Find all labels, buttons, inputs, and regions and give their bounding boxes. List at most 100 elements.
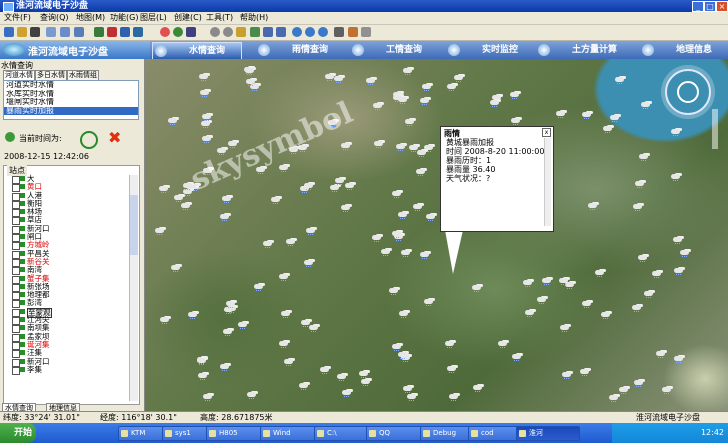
rain-cloud-icon[interactable]: [471, 285, 481, 293]
layers-icon[interactable]: [46, 27, 56, 37]
rain-cloud-icon[interactable]: [392, 191, 402, 199]
rain-cloud-icon[interactable]: [641, 101, 651, 109]
rain-cloud-icon[interactable]: [187, 311, 197, 319]
rain-cloud-icon[interactable]: [426, 213, 436, 221]
rain-cloud-icon[interactable]: [401, 249, 411, 257]
menu-tools[interactable]: 工具(T): [206, 12, 233, 24]
rain-cloud-icon[interactable]: [671, 129, 681, 137]
rain-cloud-icon[interactable]: [372, 235, 382, 243]
station-checkbox[interactable]: [12, 317, 20, 326]
rain-cloud-icon[interactable]: [614, 76, 624, 84]
rain-cloud-icon[interactable]: [237, 322, 247, 330]
rain-cloud-icon[interactable]: [263, 241, 273, 249]
rain-cloud-icon[interactable]: [489, 99, 499, 107]
rain-cloud-icon[interactable]: [398, 211, 408, 219]
compass-icon[interactable]: [665, 69, 711, 115]
globe-icon[interactable]: [263, 27, 273, 37]
rain-cloud-icon[interactable]: [398, 310, 408, 318]
tab-earthwork-calc[interactable]: 土方量计算: [536, 42, 628, 58]
rain-cloud-icon[interactable]: [226, 300, 236, 308]
rain-cloud-icon[interactable]: [633, 379, 643, 387]
rain-cloud-icon[interactable]: [580, 368, 590, 376]
rain-cloud-icon[interactable]: [220, 213, 230, 221]
stop-icon[interactable]: [186, 27, 196, 37]
rain-cloud-icon[interactable]: [202, 113, 212, 121]
rain-cloud-icon[interactable]: [510, 92, 520, 100]
rain-cloud-icon[interactable]: [173, 195, 183, 203]
rain-cloud-icon[interactable]: [581, 112, 591, 120]
rain-cloud-icon[interactable]: [308, 324, 318, 332]
station-checkbox[interactable]: [12, 300, 20, 309]
station-checkbox[interactable]: [12, 234, 20, 243]
pencil-icon[interactable]: [348, 27, 358, 37]
rain-cloud-icon[interactable]: [407, 393, 417, 401]
zoom-slider[interactable]: [712, 109, 718, 149]
rain-cloud-icon[interactable]: [610, 115, 620, 123]
search-icon[interactable]: [80, 131, 98, 149]
rain-cloud-icon[interactable]: [372, 102, 382, 110]
rain-cloud-icon[interactable]: [337, 373, 347, 381]
rain-cloud-icon[interactable]: [454, 74, 464, 82]
rain-cloud-icon[interactable]: [525, 310, 535, 318]
station-checkbox[interactable]: [12, 341, 20, 350]
menu-file[interactable]: 文件(F): [4, 12, 31, 24]
rain-cloud-icon[interactable]: [168, 117, 178, 125]
rain-cloud-icon[interactable]: [655, 350, 665, 358]
tab-works-query[interactable]: 工情查询: [350, 42, 434, 58]
rain-cloud-icon[interactable]: [395, 143, 405, 151]
rain-cloud-icon[interactable]: [588, 202, 598, 210]
rain-cloud-icon[interactable]: [373, 140, 383, 148]
rain-cloud-icon[interactable]: [155, 227, 165, 235]
bookmark-icon[interactable]: [160, 27, 170, 37]
rain-cloud-icon[interactable]: [279, 341, 289, 349]
station-checkbox[interactable]: [12, 325, 20, 334]
rain-cloud-icon[interactable]: [638, 154, 648, 162]
rain-cloud-icon[interactable]: [404, 118, 414, 126]
rain-cloud-icon[interactable]: [445, 341, 455, 349]
rain-cloud-icon[interactable]: [340, 204, 350, 212]
popup-close-icon[interactable]: x: [542, 128, 551, 137]
rain-cloud-icon[interactable]: [446, 84, 456, 92]
rain-cloud-icon[interactable]: [304, 260, 314, 268]
delete-icon[interactable]: ✖: [108, 130, 121, 146]
rain-cloud-icon[interactable]: [609, 395, 619, 403]
list-item[interactable]: 水库实时水情: [4, 90, 138, 99]
print-icon[interactable]: [30, 27, 40, 37]
list-item[interactable]: 河道实时水情: [4, 81, 138, 90]
rain-cloud-icon[interactable]: [304, 183, 314, 191]
rain-cloud-icon[interactable]: [416, 149, 426, 157]
refresh-icon[interactable]: [173, 27, 183, 37]
rain-cloud-icon[interactable]: [333, 76, 343, 84]
data-icon[interactable]: [133, 27, 143, 37]
rain-cloud-icon[interactable]: [170, 265, 180, 273]
rain-cloud-icon[interactable]: [222, 328, 232, 336]
menu-map[interactable]: 地图(M): [76, 12, 105, 24]
rain-cloud-icon[interactable]: [651, 271, 661, 279]
rain-cloud-icon[interactable]: [397, 352, 407, 360]
tab-water-query[interactable]: 水情查询: [152, 42, 242, 60]
station-checkbox[interactable]: [12, 250, 20, 259]
station-checkbox[interactable]: [12, 258, 20, 267]
rain-cloud-icon[interactable]: [511, 353, 521, 361]
rain-cloud-icon[interactable]: [279, 274, 289, 282]
rain-cloud-icon[interactable]: [497, 340, 507, 348]
station-checkbox[interactable]: [12, 358, 20, 367]
rain-cloud-icon[interactable]: [254, 283, 264, 291]
station-checkbox[interactable]: [12, 283, 20, 292]
rain-cloud-icon[interactable]: [199, 89, 209, 97]
rain-cloud-icon[interactable]: [280, 311, 290, 319]
menu-create[interactable]: 创建(C): [174, 12, 202, 24]
rain-cloud-icon[interactable]: [603, 125, 613, 133]
rain-cloud-icon[interactable]: [673, 236, 683, 244]
rain-cloud-icon[interactable]: [556, 110, 566, 118]
rain-cloud-icon[interactable]: [305, 228, 315, 236]
rain-cloud-icon[interactable]: [421, 84, 431, 92]
rotate-left-icon[interactable]: [292, 27, 302, 37]
rain-cloud-icon[interactable]: [536, 297, 546, 305]
rain-cloud-icon[interactable]: [159, 316, 169, 324]
list-item[interactable]: 堰闸实时水情: [4, 98, 138, 107]
rain-cloud-icon[interactable]: [673, 355, 683, 363]
rain-cloud-icon[interactable]: [198, 372, 207, 380]
rain-cloud-icon[interactable]: [221, 195, 231, 203]
station-checkbox[interactable]: [12, 366, 20, 375]
